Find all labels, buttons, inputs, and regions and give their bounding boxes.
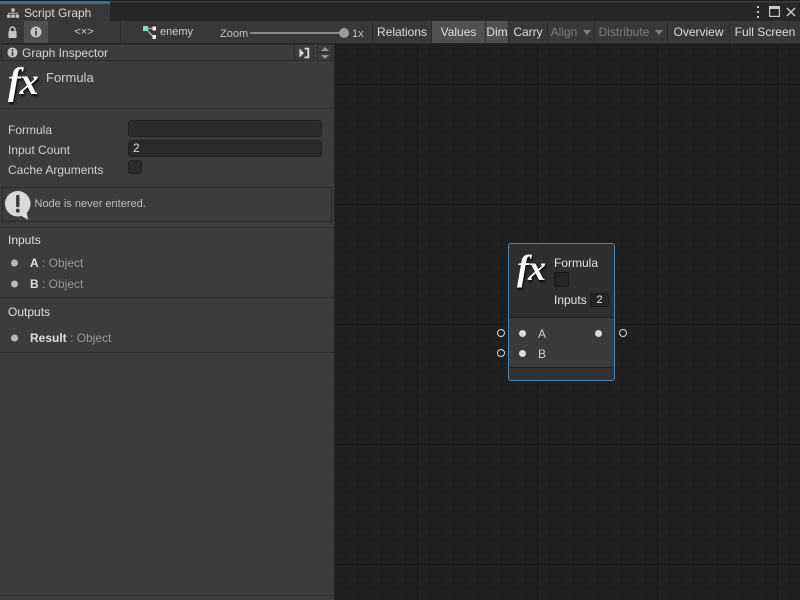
graph-reference[interactable]: enemy — [121, 21, 193, 43]
triangle-down-icon — [321, 55, 329, 59]
panel-spinner — [317, 44, 333, 61]
graph-toolbar: <×> enemy Zoom 1x Relations Values Dim C… — [0, 21, 800, 44]
divider — [0, 595, 334, 596]
code-icon: <×> — [74, 26, 93, 38]
lock-icon — [7, 26, 18, 39]
toolbar-button-distribute[interactable]: Distribute — [594, 21, 667, 43]
output-port-row-result: Result : Object — [0, 331, 334, 345]
zoom-label: Zoom — [220, 28, 248, 40]
inspector-node-title: Formula — [46, 70, 94, 85]
port-b-label: B — [538, 347, 546, 361]
divider — [0, 352, 334, 353]
inputs-section-title: Inputs — [8, 233, 41, 247]
toolbar-button-carry[interactable]: Carry — [508, 21, 547, 43]
inspector-title-block: fx Formula — [0, 61, 334, 109]
formula-node-body: A B — [509, 317, 614, 367]
zoom-value: 1x — [352, 28, 364, 40]
toolbar-button-align[interactable]: Align — [547, 21, 594, 43]
input-port-b[interactable] — [519, 350, 526, 357]
info-icon — [30, 26, 42, 38]
connector-circle-b[interactable] — [497, 349, 505, 357]
script-graph-window: Script Graph — [0, 0, 800, 600]
formula-field-label: Formula — [8, 123, 52, 137]
inspector-toggle-button[interactable] — [24, 21, 48, 43]
spin-up-button[interactable] — [318, 45, 332, 53]
outputs-section-title: Outputs — [8, 305, 50, 319]
window-close-button[interactable] — [786, 1, 796, 22]
formula-node[interactable]: fx Formula Inputs 2 A B — [508, 243, 615, 381]
dock-right-icon — [299, 47, 310, 59]
formula-node-footer — [509, 367, 614, 381]
triangle-up-icon — [321, 47, 329, 51]
toolbar-button-relations[interactable]: Relations — [372, 21, 431, 43]
toolbar-button-dim[interactable]: Dim — [485, 21, 508, 43]
output-port-result[interactable] — [595, 330, 602, 337]
cache-arguments-field-row: Cache Arguments — [0, 159, 334, 179]
chevron-down-icon — [583, 30, 591, 35]
inspector-fields: Formula Input Count 2 Cache Arguments — [0, 110, 334, 179]
connector-circle-a[interactable] — [497, 329, 505, 337]
formula-field-row: Formula — [0, 119, 334, 139]
inspector-header-title: Graph Inspector — [22, 46, 108, 60]
node-inputs-value[interactable]: 2 — [590, 293, 609, 307]
kebab-icon — [756, 6, 760, 18]
formula-field-input[interactable] — [128, 120, 322, 137]
tab-script-graph[interactable]: Script Graph — [0, 1, 110, 22]
connector-circle-result[interactable] — [619, 329, 627, 337]
spin-down-button[interactable] — [318, 53, 332, 60]
graph-pointer-icon — [143, 25, 156, 39]
zoom-knob[interactable] — [339, 28, 349, 38]
cache-arguments-field-label: Cache Arguments — [8, 163, 103, 177]
input-port-a[interactable] — [519, 330, 526, 337]
window-more-button[interactable] — [756, 1, 760, 22]
input-count-field-label: Input Count — [8, 143, 70, 157]
chevron-down-icon — [655, 30, 663, 35]
inspector-maximize-button[interactable] — [294, 45, 313, 60]
formula-fx-icon: fx — [8, 63, 38, 101]
close-icon — [786, 7, 796, 17]
divider — [0, 227, 334, 228]
port-bullet-icon — [11, 281, 18, 288]
toolbar-buttons: Relations Values Dim Carry Align Distrib… — [372, 21, 800, 43]
divider — [0, 297, 334, 298]
inspector-header: Graph Inspector — [1, 44, 314, 61]
port-a-label: A — [538, 327, 546, 341]
info-icon — [7, 47, 18, 58]
port-bullet-icon — [11, 260, 18, 267]
graph-inspector-panel: Graph Inspector fx Formula Formula Input… — [0, 44, 335, 600]
input-port-row-b: B : Object — [0, 277, 334, 291]
node-inputs-label: Inputs — [554, 293, 587, 307]
script-graph-icon — [7, 8, 19, 19]
toolbar-button-overview[interactable]: Overview — [667, 21, 729, 43]
formula-node-input-box[interactable] — [554, 272, 569, 287]
formula-node-header: fx Formula Inputs 2 — [509, 244, 614, 317]
toolbar-button-values[interactable]: Values — [431, 21, 485, 43]
toolbar-button-fullscreen[interactable]: Full Screen — [729, 21, 800, 43]
code-preview-button[interactable]: <×> — [48, 21, 120, 43]
cache-arguments-checkbox[interactable] — [128, 160, 142, 174]
lock-button[interactable] — [0, 21, 24, 43]
warning-box: Node is never entered. — [2, 187, 332, 222]
formula-fx-icon: fx — [517, 250, 545, 286]
tab-strip: Script Graph — [0, 0, 800, 21]
input-count-field-input[interactable]: 2 — [128, 140, 322, 157]
warning-text: Node is never entered. — [35, 198, 146, 210]
tab-title: Script Graph — [24, 6, 91, 20]
reference-label: enemy — [160, 26, 193, 38]
input-count-field-row: Input Count 2 — [0, 139, 334, 159]
warning-bubble-icon — [5, 191, 31, 221]
port-bullet-icon — [11, 335, 18, 342]
maximize-icon — [769, 6, 780, 17]
zoom-slider[interactable] — [250, 32, 345, 34]
formula-node-title: Formula — [554, 256, 598, 270]
input-port-row-a: A : Object — [0, 256, 334, 270]
window-maximize-button[interactable] — [769, 1, 780, 22]
